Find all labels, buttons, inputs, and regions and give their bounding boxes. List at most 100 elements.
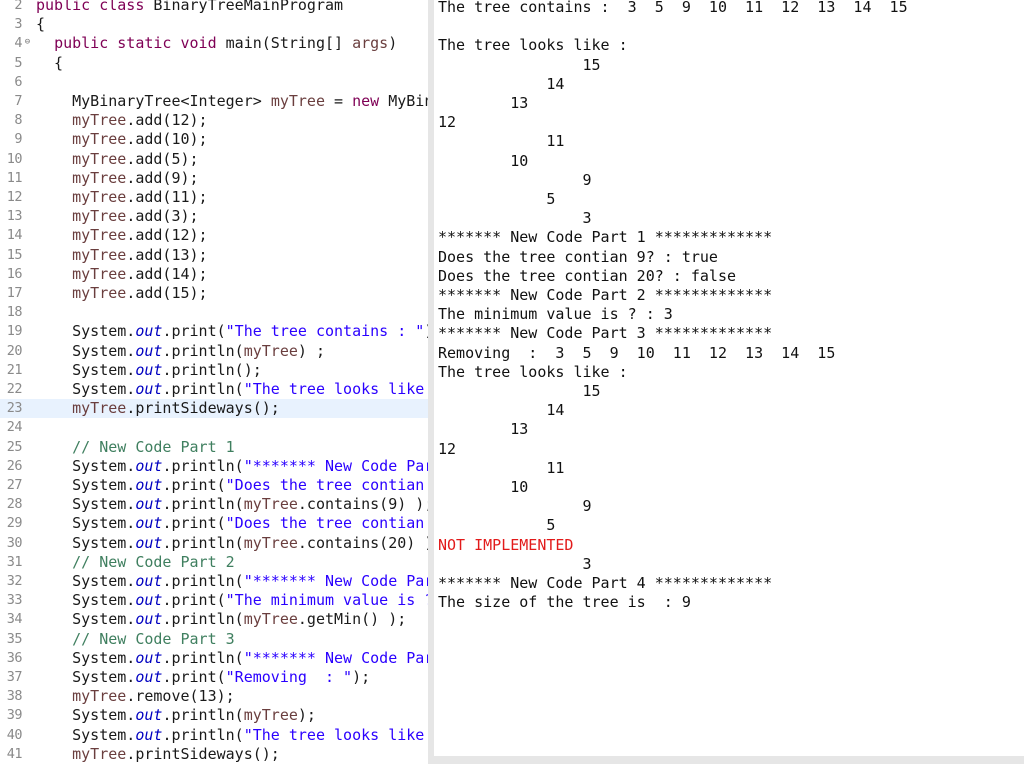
code-line[interactable]: 5 { [0, 54, 428, 73]
code-line[interactable]: 40 System.out.println("The tree looks li… [0, 726, 428, 745]
line-number: 13 [6, 208, 23, 225]
code-line[interactable]: 35 // New Code Part 3 [0, 630, 428, 649]
code-token: .print( [162, 322, 226, 341]
code-line[interactable]: 3{ [0, 15, 428, 34]
code-line[interactable]: 19 System.out.print("The tree contains :… [0, 322, 428, 341]
code-line[interactable]: 41 myTree.printSideways(); [0, 745, 428, 764]
code-token: .println( [162, 610, 244, 629]
code-line[interactable]: 16 myTree.add(14); [0, 265, 428, 284]
code-line[interactable]: 33 System.out.print("The minimum value i… [0, 591, 428, 610]
console-line: The minimum value is ? : 3 [438, 305, 673, 324]
code-line[interactable]: 13 myTree.add(3); [0, 207, 428, 226]
code-token: out [135, 322, 163, 341]
code-line[interactable]: 20 System.out.println(myTree) ; [0, 342, 428, 361]
line-number: 23 [6, 400, 23, 417]
code-token: .println( [162, 456, 244, 475]
line-number: 3 [14, 16, 22, 33]
code-text: myTree.add(3); [36, 207, 198, 226]
code-token: myTree [72, 207, 127, 226]
code-line[interactable]: 29 System.out.print("Does the tree conti… [0, 514, 428, 533]
line-number: 25 [6, 438, 23, 455]
code-token: out [135, 706, 163, 725]
code-text: { [36, 15, 45, 34]
line-number: 12 [6, 189, 23, 205]
code-line[interactable]: 23 myTree.printSideways(); [0, 399, 428, 419]
code-token: .remove(13); [126, 687, 235, 706]
code-line[interactable]: 24 [0, 418, 428, 437]
code-line[interactable]: 17 myTree.add(15); [0, 284, 428, 303]
code-line[interactable]: 9 myTree.add(10); [0, 130, 428, 149]
fold-toggle-icon[interactable]: ⊖ [22, 37, 33, 48]
console-line: 5 [438, 516, 556, 535]
code-line[interactable]: 39 System.out.println(myTree); [0, 706, 428, 725]
line-number: 6 [14, 73, 22, 90]
code-token: System. [36, 456, 136, 475]
code-token: myTree [72, 399, 127, 418]
line-number: 29 [6, 515, 23, 532]
code-line[interactable]: 25 // New Code Part 1 [0, 438, 428, 457]
code-line[interactable]: 28 System.out.println(myTree.contains(9)… [0, 495, 428, 514]
code-line[interactable]: 10 myTree.add(5); [0, 150, 428, 169]
code-token: myTree [243, 341, 298, 360]
console-line: 5 [438, 190, 556, 208]
console-line: 15 [438, 382, 601, 400]
code-line[interactable]: 21 System.out.println(); [0, 361, 428, 380]
console-output[interactable]: The tree contains : 3 5 9 10 11 12 13 14… [434, 0, 1024, 756]
code-token: .println( [162, 380, 244, 398]
code-token: myTree [72, 149, 127, 168]
code-line[interactable]: 31 // New Code Part 2 [0, 553, 428, 572]
code-token: System. [36, 380, 136, 398]
code-line[interactable]: 15 myTree.add(13); [0, 246, 428, 265]
line-number: 27 [6, 477, 23, 493]
code-text: myTree.add(14); [36, 265, 207, 284]
line-number: 7 [14, 93, 22, 109]
code-line[interactable]: 7 MyBinaryTree<Integer> myTree = new MyB… [0, 92, 428, 111]
code-token: void [180, 34, 217, 53]
code-line[interactable]: 6 [0, 73, 428, 92]
line-number: 35 [6, 630, 23, 647]
code-text: System.out.println(myTree) ; [36, 342, 325, 361]
code-text: System.out.println(); [36, 361, 262, 380]
code-token: ); [297, 706, 316, 725]
line-number: 15 [6, 246, 23, 263]
code-line[interactable]: 14 myTree.add(12); [0, 226, 428, 245]
line-number: 4 [14, 35, 22, 52]
code-line[interactable]: 8 myTree.add(12); [0, 111, 428, 130]
code-token: ) [388, 34, 398, 53]
code-line[interactable]: 26 System.out.println("******* New Code … [0, 457, 428, 476]
code-line[interactable]: 11 myTree.add(9); [0, 169, 428, 188]
code-token: .printSideways(); [126, 399, 280, 418]
code-line[interactable]: 37 System.out.print("Removing : "); [0, 668, 428, 687]
code-line[interactable]: 38 myTree.remove(13); [0, 687, 428, 706]
code-line[interactable]: 34 System.out.println(myTree.getMin() ); [0, 610, 428, 629]
code-token: out [135, 476, 163, 494]
code-line[interactable]: 32 System.out.println("******* New Code … [0, 572, 428, 591]
code-token: myTree [72, 687, 127, 706]
code-line[interactable]: 12 myTree.add(11); [0, 188, 428, 207]
code-token: System. [36, 495, 136, 514]
line-number: 17 [6, 285, 23, 301]
code-text: MyBinaryTree<Integer> myTree = new MyBin [36, 92, 428, 111]
code-token: System. [36, 572, 136, 590]
code-text: public static void main(String[] args) [36, 34, 397, 53]
code-token: .add(12); [126, 226, 208, 245]
code-line[interactable]: 18 [0, 303, 428, 322]
line-number: 21 [6, 361, 23, 378]
code-line[interactable]: 4 ⊖ public static void main(String[] args… [0, 34, 428, 53]
code-line[interactable]: 30 System.out.println(myTree.contains(20… [0, 534, 428, 553]
code-line[interactable]: 2 public class BinaryTreeMainProgram [0, 0, 428, 15]
line-number: 30 [6, 534, 23, 551]
code-line[interactable]: 22 System.out.println("The tree looks li… [0, 380, 428, 399]
code-line[interactable]: 27 System.out.print("Does the tree conti… [0, 476, 428, 495]
console-line: The size of the tree is : 9 [438, 593, 691, 612]
code-token: .add(5); [126, 149, 199, 168]
code-editor[interactable]: 2 public class BinaryTreeMainProgram 3{4 ⊖ … [0, 0, 428, 764]
code-token: System. [36, 725, 136, 744]
code-line[interactable]: 36 System.out.println("******* New Code … [0, 649, 428, 668]
code-text: System.out.println("The tree looks like [36, 380, 424, 399]
